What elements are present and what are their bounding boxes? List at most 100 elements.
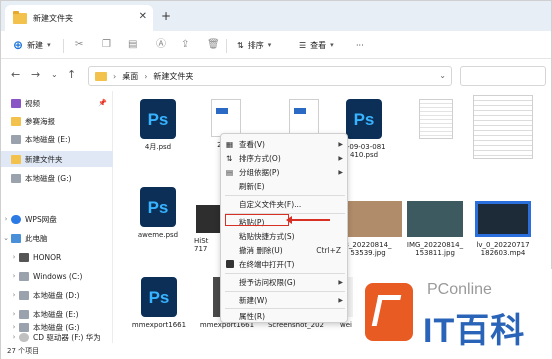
terminal-icon [226,260,234,268]
file-item[interactable]: Ps mmexport1661 [126,277,192,329]
menu-item-refresh[interactable]: 刷新(E) [221,180,349,192]
breadcrumb-separator: › [113,71,117,81]
sidebar-item-label: 视频 [25,98,40,108]
sidebar-item-drive-e2[interactable]: › 本地磁盘 (E:) [1,306,113,322]
more-button[interactable]: ··· [356,37,364,53]
tab-new-folder[interactable]: 新建文件夹 ✕ [5,5,153,31]
back-icon[interactable]: ← [11,68,20,81]
file-item[interactable]: HiSt 717 [194,205,222,253]
delete-icon[interactable]: 🗑 [207,40,220,50]
forward-icon[interactable]: → [31,68,40,81]
copy-icon[interactable]: ❐ [102,40,112,50]
file-item[interactable]: IMG_20220814_ 153811.jpg [402,201,468,257]
up-icon[interactable]: ↑ [67,68,76,81]
chevron-right-icon[interactable]: › [9,272,19,280]
sort-button[interactable]: ⇅ 排序 ▾ [237,37,271,53]
chevron-right-icon[interactable]: › [1,215,11,223]
sidebar-item-label: HONOR [33,252,62,262]
sidebar-item-label: Windows (C:) [33,271,83,281]
sidebar-item-cd-drive[interactable]: › CD 驱动器 (F:) 华为 [1,331,113,343]
photoshop-file-icon: Ps [140,187,176,227]
menu-item-customize-folder[interactable]: 自定义文件夹(F)... [221,198,349,210]
menu-item-new[interactable]: 新建(W) ▶ [221,294,349,306]
sidebar-item-label: WPS网盘 [25,214,57,224]
file-item[interactable]: lv_0_20220717 182603.mp4 [470,201,536,257]
sidebar-item-new-folder[interactable]: 新建文件夹 [1,151,113,167]
chevron-right-icon: ▶ [338,154,343,162]
sidebar-item-posters[interactable]: 参赛海报 [1,113,113,129]
menu-item-open-terminal[interactable]: 在终端中打开(T) [221,258,349,270]
folder-icon [11,154,21,164]
recent-chevron-icon[interactable]: ⌄ [51,70,58,79]
file-item[interactable] [406,99,466,143]
sidebar-item-label: 本地磁盘 (E:) [25,134,71,144]
video-icon [11,98,21,108]
chevron-down-icon[interactable]: ⌄ [439,71,446,80]
chevron-right-icon[interactable]: › [9,323,19,331]
chevron-down-icon: ▾ [330,41,334,49]
file-name: mmexport1661 [131,321,187,329]
tab-bar: 新建文件夹 ✕ + [1,1,551,31]
sidebar-item-drive-e[interactable]: 本地磁盘 (E:) [1,131,113,147]
search-input[interactable] [460,66,546,86]
watermark: PConline IT百科 [353,269,552,359]
tab-title: 新建文件夹 [33,13,73,23]
navigation-pane: 视频 📌 参赛海报 本地磁盘 (E:) 新建文件夹 本地磁盘 (G:) › WP… [1,91,113,343]
file-explorer-window: 新建文件夹 ✕ + ⊕ 新建 ▾ ✂ ❐ ▤ Ⓐ ⇪ 🗑 ⇅ 排序 ▾ ☰ 查看… [0,0,552,359]
document-icon [419,99,453,139]
phone-icon [19,252,29,262]
more-icon: ··· [356,40,364,50]
menu-item-properties[interactable]: 属性(R) [221,310,349,322]
sidebar-item-label: 新建文件夹 [25,154,63,164]
sidebar-item-label: CD 驱动器 (F:) 华为 [33,332,101,342]
sidebar-item-drive-g[interactable]: 本地磁盘 (G:) [1,170,113,186]
cut-icon[interactable]: ✂ [75,40,85,50]
chevron-right-icon: ▶ [338,296,343,304]
file-item[interactable] [470,95,536,163]
menu-divider [225,308,345,309]
chevron-right-icon[interactable]: › [9,291,19,299]
sort-label: 排序 [247,40,264,50]
sidebar-item-wps-drive[interactable]: › WPS网盘 [1,211,113,227]
menu-item-group-by[interactable]: ▤ 分组依据(P) ▶ [221,166,349,178]
add-tab-icon[interactable]: + [161,9,171,23]
file-name: 4月.psd [144,143,172,151]
menu-item-sort[interactable]: ⇅ 排序方式(O) ▶ [221,152,349,164]
sidebar-item-drive-c[interactable]: › Windows (C:) [1,268,113,284]
chevron-right-icon[interactable]: › [9,253,19,261]
drive-icon [19,290,29,300]
file-item[interactable]: Ps aweme.psd [128,187,188,239]
sidebar-item-label: 本地磁盘 (G:) [25,173,72,183]
drive-icon [11,134,21,144]
paste-icon[interactable]: ▤ [128,40,138,50]
menu-item-paste-shortcut[interactable]: 粘贴快捷方式(S) [221,230,349,242]
menu-divider [225,291,345,292]
share-icon[interactable]: ⇪ [181,40,191,50]
chevron-down-icon[interactable]: ⌄ [1,234,11,242]
file-item[interactable]: Ps 4月.psd [128,99,188,151]
menu-item-grant-access[interactable]: 授予访问权限(G) ▶ [221,276,349,288]
document-icon [289,99,319,137]
address-bar[interactable]: › 桌面 › 新建文件夹 ⌄ [88,66,452,86]
photoshop-file-icon: Ps [141,277,177,317]
folder-icon [13,10,27,24]
plus-icon: ⊕ [13,38,24,52]
group-icon: ▤ [226,168,234,177]
new-button[interactable]: ⊕ 新建 ▾ [13,37,51,53]
menu-item-view[interactable]: ▦ 查看(V) ▶ [221,138,349,150]
view-button[interactable]: ☰ 查看 ▾ [299,37,334,53]
close-icon[interactable]: ✕ [139,11,147,22]
sidebar-item-drive-d[interactable]: › 本地磁盘 (D:) [1,287,113,303]
sidebar-item-videos[interactable]: 视频 📌 [1,95,113,111]
document-icon [211,99,241,137]
rename-icon[interactable]: Ⓐ [156,40,166,50]
file-name: HiSt 717 [194,237,209,254]
chevron-right-icon[interactable]: › [9,310,19,318]
breadcrumb-new-folder[interactable]: 新建文件夹 [153,71,193,82]
sidebar-item-this-pc[interactable]: ⌄ 此电脑 [1,230,113,246]
menu-item-undo-delete[interactable]: 撤消 删除(U) Ctrl+Z [221,244,349,256]
breadcrumb-desktop[interactable]: 桌面 [122,71,138,82]
sidebar-item-honor[interactable]: › HONOR [1,249,113,265]
chevron-right-icon[interactable]: › [9,333,19,341]
arrow-icon [286,216,330,224]
